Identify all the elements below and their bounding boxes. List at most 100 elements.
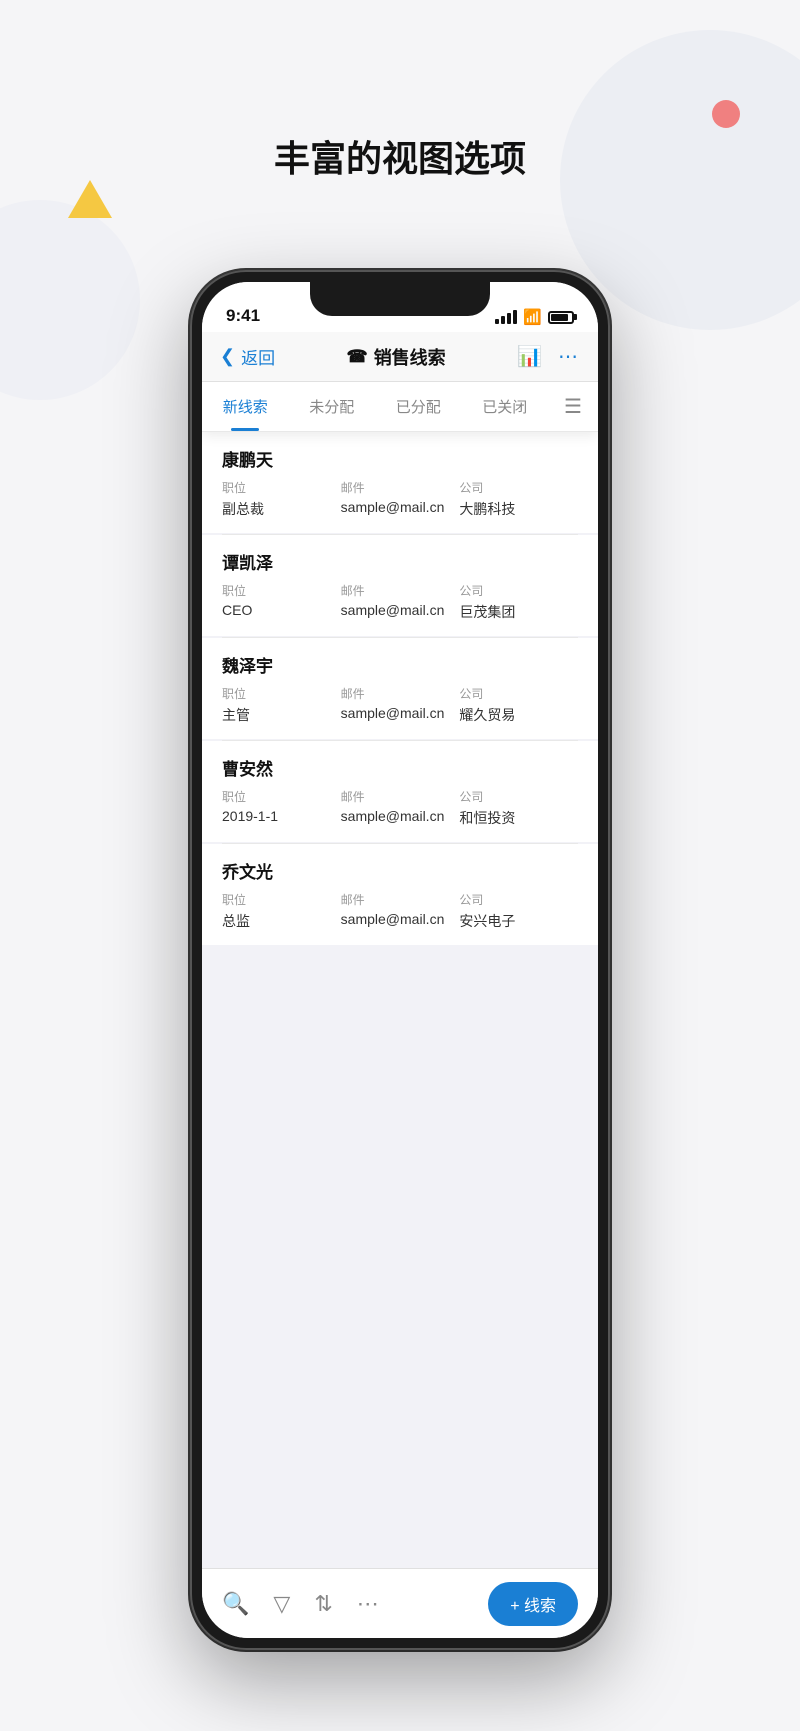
contact-name-1: 康鹏天 xyxy=(222,446,578,471)
battery-fill xyxy=(551,314,568,321)
email-value-1: sample@mail.cn xyxy=(341,499,460,515)
sort-icon[interactable]: ⇅ xyxy=(314,1591,332,1617)
email-value-5: sample@mail.cn xyxy=(341,911,460,927)
position-label-3: 职位 xyxy=(222,685,341,702)
contact-fields-5: 职位 总监 邮件 sample@mail.cn 公司 安兴电子 xyxy=(222,891,578,931)
company-label-5: 公司 xyxy=(459,891,578,908)
status-icons: 📶 xyxy=(495,308,574,326)
contact-field-company-2: 公司 巨茂集团 xyxy=(459,582,578,622)
email-label-2: 邮件 xyxy=(341,582,460,599)
email-label-3: 邮件 xyxy=(341,685,460,702)
contact-field-company-3: 公司 耀久贸易 xyxy=(459,685,578,725)
company-value-2: 巨茂集团 xyxy=(459,602,578,622)
bottom-toolbar: 🔍 ▽ ⇅ ⋯ + 线索 xyxy=(202,1568,598,1638)
phone-screen: 9:41 📶 ❮ 返回 ☎ 销售线 xyxy=(202,282,598,1638)
nav-title-text: 销售线索 xyxy=(374,344,446,370)
contact-field-email-5: 邮件 sample@mail.cn xyxy=(341,891,460,931)
company-value-5: 安兴电子 xyxy=(459,911,578,931)
more-dots-icon[interactable]: ⋯ xyxy=(357,1591,379,1617)
nav-back-button[interactable]: ❮ 返回 xyxy=(220,344,275,369)
nav-title: ☎ 销售线索 xyxy=(347,344,446,370)
company-value-1: 大鹏科技 xyxy=(459,499,578,519)
tab-new-leads[interactable]: 新线索 xyxy=(202,382,289,431)
nav-back-label: 返回 xyxy=(241,344,275,369)
page-title: 丰富的视图选项 xyxy=(0,130,800,182)
tab-assigned[interactable]: 已分配 xyxy=(375,382,462,431)
position-label-2: 职位 xyxy=(222,582,341,599)
contact-field-position-2: 职位 CEO xyxy=(222,582,341,622)
tab-closed[interactable]: 已关闭 xyxy=(462,382,549,431)
position-value-5: 总监 xyxy=(222,911,341,931)
tab-new-leads-label: 新线索 xyxy=(223,396,268,417)
contact-card-3[interactable]: 魏泽宇 职位 主管 邮件 sample@mail.cn 公司 耀久贸易 xyxy=(202,638,598,739)
bg-decoration-circle-left xyxy=(0,200,140,400)
tab-assigned-label: 已分配 xyxy=(396,396,441,417)
signal-bar-4 xyxy=(513,310,517,324)
phone-icon: ☎ xyxy=(347,347,368,367)
contact-field-email-4: 邮件 sample@mail.cn xyxy=(341,788,460,828)
position-value-4: 2019-1-1 xyxy=(222,808,341,824)
contact-field-email-2: 邮件 sample@mail.cn xyxy=(341,582,460,622)
add-lead-button[interactable]: + 线索 xyxy=(488,1582,578,1626)
company-value-3: 耀久贸易 xyxy=(459,705,578,725)
phone-notch xyxy=(310,282,490,316)
contact-fields-1: 职位 副总裁 邮件 sample@mail.cn 公司 大鹏科技 xyxy=(222,479,578,519)
company-value-4: 和恒投资 xyxy=(459,808,578,828)
position-label-1: 职位 xyxy=(222,479,341,496)
position-label-5: 职位 xyxy=(222,891,341,908)
signal-bar-3 xyxy=(507,313,511,324)
bg-decoration-dot-pink xyxy=(712,100,740,128)
company-label-4: 公司 xyxy=(459,788,578,805)
email-value-2: sample@mail.cn xyxy=(341,602,460,618)
email-label-1: 邮件 xyxy=(341,479,460,496)
chevron-left-icon: ❮ xyxy=(220,346,235,367)
chart-icon[interactable]: 📊 xyxy=(517,344,542,369)
nav-bar: ❮ 返回 ☎ 销售线索 📊 ⋯ xyxy=(202,332,598,382)
contact-field-position-5: 职位 总监 xyxy=(222,891,341,931)
contact-name-4: 曹安然 xyxy=(222,755,578,780)
battery-icon xyxy=(548,311,574,324)
contact-name-2: 谭凯泽 xyxy=(222,549,578,574)
contact-field-email-3: 邮件 sample@mail.cn xyxy=(341,685,460,725)
more-icon[interactable]: ⋯ xyxy=(558,344,580,369)
contact-field-email-1: 邮件 sample@mail.cn xyxy=(341,479,460,519)
tab-unassigned[interactable]: 未分配 xyxy=(289,382,376,431)
email-value-3: sample@mail.cn xyxy=(341,705,460,721)
wifi-icon: 📶 xyxy=(523,308,542,326)
signal-bar-1 xyxy=(495,319,499,324)
contact-card-1[interactable]: 康鹏天 职位 副总裁 邮件 sample@mail.cn 公司 大鹏科技 xyxy=(202,432,598,533)
position-value-2: CEO xyxy=(222,602,341,618)
contact-fields-3: 职位 主管 邮件 sample@mail.cn 公司 耀久贸易 xyxy=(222,685,578,725)
company-label-2: 公司 xyxy=(459,582,578,599)
contact-field-company-5: 公司 安兴电子 xyxy=(459,891,578,931)
filter-icon[interactable]: ▽ xyxy=(273,1591,290,1617)
company-label-1: 公司 xyxy=(459,479,578,496)
contact-fields-4: 职位 2019-1-1 邮件 sample@mail.cn 公司 和恒投资 xyxy=(222,788,578,828)
email-label-4: 邮件 xyxy=(341,788,460,805)
contact-field-company-4: 公司 和恒投资 xyxy=(459,788,578,828)
email-value-4: sample@mail.cn xyxy=(341,808,460,824)
contact-field-position-4: 职位 2019-1-1 xyxy=(222,788,341,828)
company-label-3: 公司 xyxy=(459,685,578,702)
search-icon[interactable]: 🔍 xyxy=(222,1591,249,1617)
status-time: 9:41 xyxy=(226,306,260,326)
contact-card-2[interactable]: 谭凯泽 职位 CEO 邮件 sample@mail.cn 公司 巨茂集团 xyxy=(202,535,598,636)
nav-right-actions: 📊 ⋯ xyxy=(517,344,580,369)
tabs-container: 新线索 未分配 已分配 已关闭 ☰ xyxy=(202,382,598,432)
contact-name-5: 乔文光 xyxy=(222,858,578,883)
tab-menu-icon[interactable]: ☰ xyxy=(548,394,598,419)
contact-card-5[interactable]: 乔文光 职位 总监 邮件 sample@mail.cn 公司 安兴电子 xyxy=(202,844,598,945)
signal-icon xyxy=(495,310,517,324)
contact-card-4[interactable]: 曹安然 职位 2019-1-1 邮件 sample@mail.cn 公司 和恒投… xyxy=(202,741,598,842)
contacts-list: 康鹏天 职位 副总裁 邮件 sample@mail.cn 公司 大鹏科技 xyxy=(202,432,598,1568)
tab-active-indicator xyxy=(231,428,259,431)
contact-field-position-3: 职位 主管 xyxy=(222,685,341,725)
contact-field-position-1: 职位 副总裁 xyxy=(222,479,341,519)
signal-bar-2 xyxy=(501,316,505,324)
email-label-5: 邮件 xyxy=(341,891,460,908)
position-value-3: 主管 xyxy=(222,705,341,725)
contact-name-3: 魏泽宇 xyxy=(222,652,578,677)
phone-frame: 9:41 📶 ❮ 返回 ☎ 销售线 xyxy=(190,270,610,1650)
tab-unassigned-label: 未分配 xyxy=(309,396,354,417)
bg-decoration-triangle-yellow xyxy=(68,180,112,218)
